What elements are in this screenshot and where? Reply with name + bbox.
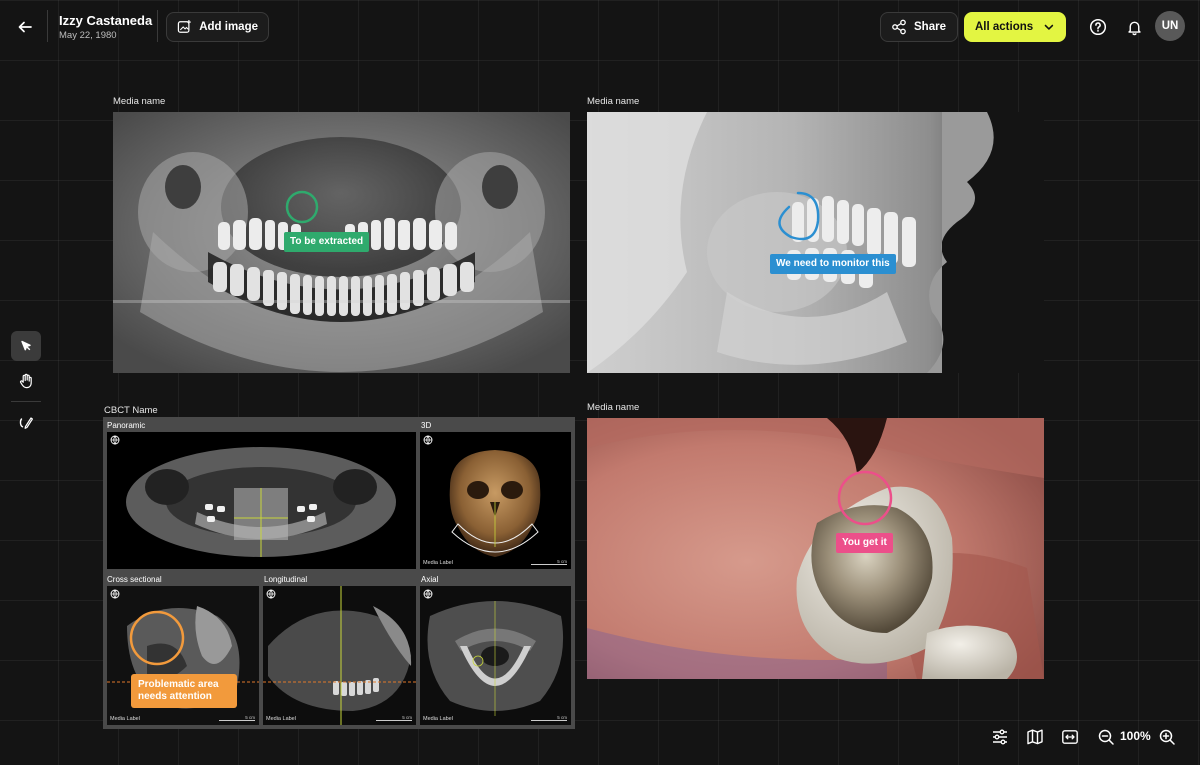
cbct-cell-label: Media Label: [110, 716, 140, 722]
zoom-out-button[interactable]: [1094, 725, 1118, 749]
scale-bar: 5 cm: [376, 715, 412, 721]
patient-name: Izzy Castaneda: [59, 13, 153, 28]
globe-icon: [110, 589, 120, 599]
zoom-out-icon: [1098, 729, 1114, 745]
help-button[interactable]: [1085, 14, 1111, 40]
scale-bar: 5 cm: [531, 559, 567, 565]
cephalometric-xray[interactable]: We need to monitor this: [587, 112, 1044, 373]
cbct-panoramic-title: Panoramic: [107, 421, 146, 430]
help-icon: [1089, 18, 1107, 36]
cbct-longitudinal-image: [263, 586, 416, 725]
zoom-in-button[interactable]: [1155, 725, 1179, 749]
patient-dob: May 22, 1980: [59, 30, 117, 41]
share-icon: [892, 19, 906, 35]
share-button[interactable]: Share: [880, 12, 958, 42]
cbct-cell-label: Media Label: [266, 716, 296, 722]
globe-icon: [110, 435, 120, 445]
zoom-level: 100%: [1120, 729, 1151, 743]
add-image-button[interactable]: Add image: [166, 12, 269, 42]
arrow-left-icon: [18, 21, 32, 33]
annotation-label[interactable]: Problematic area needs attention: [131, 674, 237, 708]
cbct-cross-sectional-title: Cross sectional: [107, 575, 162, 584]
globe-icon: [266, 589, 276, 599]
zoom-in-icon: [1159, 729, 1175, 745]
intraoral-photo[interactable]: You get it: [587, 418, 1044, 679]
all-actions-button[interactable]: All actions: [964, 12, 1066, 42]
add-image-label: Add image: [199, 21, 258, 33]
annotation-label[interactable]: We need to monitor this: [770, 254, 896, 274]
globe-icon: [423, 589, 433, 599]
cbct-cell-label: Media Label: [423, 716, 453, 722]
cephalometric-xray-image: [587, 112, 1044, 373]
sliders-icon: [993, 729, 1007, 745]
header-divider: [47, 10, 48, 42]
cbct-axial-view[interactable]: Media Label 5 cm: [420, 586, 571, 725]
cbct-cross-sectional-view[interactable]: Media Label 5 cm Problematic area needs …: [107, 586, 259, 725]
cbct-3d-view[interactable]: Media Label 5 cm: [420, 432, 571, 569]
scale-bar: 5 cm: [531, 715, 567, 721]
cbct-media-label: CBCT Name: [104, 405, 158, 416]
fit-width-button[interactable]: [1058, 725, 1082, 749]
hand-icon: [19, 373, 32, 389]
scale-bar: 5 cm: [219, 715, 255, 721]
cbct-longitudinal-view[interactable]: Media Label 5 cm: [263, 586, 416, 725]
annotation-label[interactable]: To be extracted: [284, 232, 370, 252]
toolbar-divider: [11, 401, 41, 402]
pan-tool[interactable]: [11, 366, 41, 396]
cbct-axial-title: Axial: [421, 575, 439, 584]
adjustments-button[interactable]: [988, 725, 1012, 749]
map-icon: [1027, 729, 1043, 745]
globe-icon: [423, 435, 433, 445]
all-actions-label: All actions: [975, 21, 1034, 33]
bell-icon: [1127, 21, 1141, 35]
pen-icon: [19, 417, 33, 429]
select-tool[interactable]: [11, 331, 41, 361]
user-avatar[interactable]: UN: [1155, 11, 1185, 41]
add-image-icon: [177, 20, 191, 33]
intraoral-media-label: Media name: [587, 402, 640, 413]
cbct-viewer[interactable]: Panoramic 3D Media Label 5 cm Cross sect…: [103, 417, 575, 729]
panoramic-media-label: Media name: [113, 96, 166, 107]
cbct-3d-title: 3D: [421, 421, 432, 430]
intraoral-photo-image: [587, 418, 1044, 679]
map-view-button[interactable]: [1023, 725, 1047, 749]
header-divider: [157, 10, 158, 42]
cursor-icon: [21, 340, 31, 351]
notifications-button[interactable]: [1121, 14, 1147, 40]
cbct-axial-image: [420, 586, 571, 725]
share-label: Share: [914, 21, 946, 33]
cbct-panoramic-image: [126, 447, 396, 557]
panoramic-xray[interactable]: To be extracted: [113, 112, 570, 373]
ceph-media-label: Media name: [587, 96, 640, 107]
back-button[interactable]: [8, 12, 42, 42]
draw-tool[interactable]: [11, 407, 41, 437]
cbct-panoramic-view[interactable]: [107, 432, 416, 569]
cbct-3d-image: [449, 450, 541, 557]
cbct-cell-label: Media Label: [423, 560, 453, 566]
chevron-down-icon: [1044, 24, 1054, 30]
cbct-longitudinal-title: Longitudinal: [264, 575, 308, 584]
annotation-label[interactable]: You get it: [836, 533, 893, 553]
fit-width-icon: [1062, 730, 1078, 744]
